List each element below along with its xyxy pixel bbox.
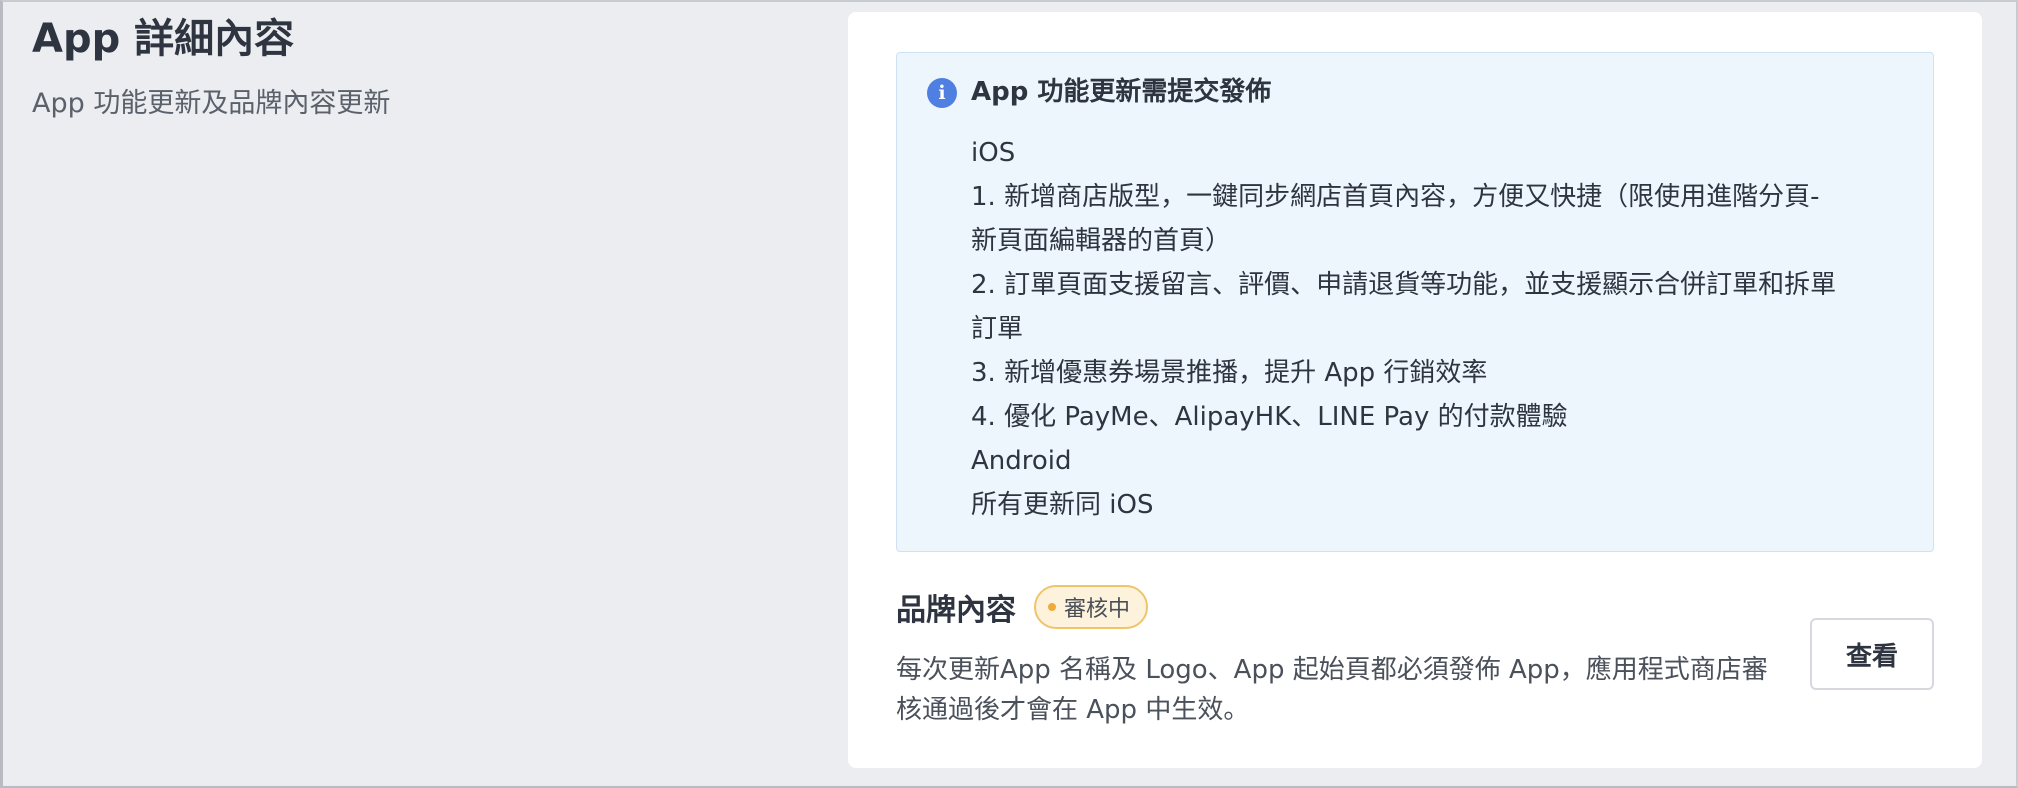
- notice-line: 2. 訂單頁面支援留言、評價、申請退貨等功能，並支援顯示合併訂單和拆單: [971, 270, 1837, 300]
- section-header: App 詳細內容 App 功能更新及品牌內容更新: [32, 14, 812, 122]
- page-title: App 詳細內容: [32, 16, 295, 62]
- notice-line: 所有更新同 iOS: [971, 490, 1154, 520]
- notice-line: Android: [971, 446, 1072, 476]
- update-notice: i App 功能更新需提交發佈 iOS 1. 新增商店版型，一鍵同步網店首頁內容…: [896, 52, 1934, 552]
- status-dot-icon: [1048, 603, 1056, 611]
- brand-content-description: 每次更新App 名稱及 Logo、App 起始頁都必須發佈 App，應用程式商店…: [896, 655, 1768, 725]
- page-subtitle: App 功能更新及品牌內容更新: [32, 88, 391, 119]
- status-badge-label: 審核中: [1064, 597, 1131, 622]
- notice-line: iOS: [971, 138, 1016, 168]
- info-icon: i: [927, 78, 957, 108]
- notice-line: 4. 優化 PayMe、AlipayHK、LINE Pay 的付款體驗: [971, 402, 1568, 432]
- notice-title: App 功能更新需提交發佈: [971, 77, 1272, 107]
- view-button[interactable]: 查看: [1810, 618, 1934, 690]
- status-badge: 審核中: [1034, 585, 1149, 629]
- brand-content-title: 品牌內容: [896, 593, 1016, 628]
- notice-line: 3. 新增優惠券場景推播，提升 App 行銷效率: [971, 358, 1488, 388]
- brand-content-header: 品牌內容 審核中: [896, 582, 1149, 632]
- notice-body: iOS 1. 新增商店版型，一鍵同步網店首頁內容，方便又快捷（限使用進階分頁- …: [971, 131, 1911, 527]
- details-card: i App 功能更新需提交發佈 iOS 1. 新增商店版型，一鍵同步網店首頁內容…: [848, 12, 1982, 768]
- notice-line: 1. 新增商店版型，一鍵同步網店首頁內容，方便又快捷（限使用進階分頁-: [971, 182, 1820, 212]
- notice-line: 新頁面編輯器的首頁）: [971, 226, 1232, 256]
- notice-line: 訂單: [971, 314, 1024, 344]
